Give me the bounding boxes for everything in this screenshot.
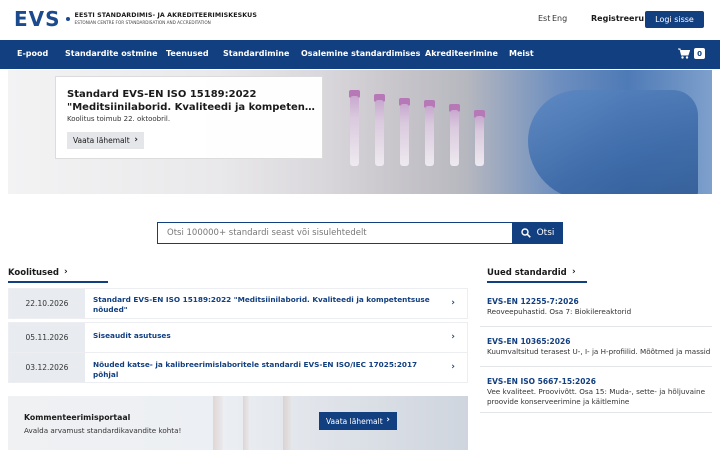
course-title: Nõuded katse- ja kalibreerimislaboritele…: [93, 360, 418, 379]
chevron-right-icon[interactable]: ›: [572, 267, 576, 277]
hero-card: Standard EVS-EN ISO 15189:2022 "Meditsii…: [55, 76, 323, 159]
main-nav: E-pood Standardite ostmine Teenused Stan…: [0, 40, 720, 69]
nav-item-meist[interactable]: Meist: [509, 49, 534, 58]
standard-code[interactable]: EVS-EN 10365:2026: [487, 337, 712, 347]
nav-item-standardite-ostmine[interactable]: Standardite ostmine: [65, 49, 158, 58]
courses-underline: [8, 281, 108, 283]
search-icon: [520, 228, 531, 238]
standard-item[interactable]: EVS-EN ISO 5667-15:2026 Vee kvaliteet. P…: [487, 377, 712, 406]
test-tube: [475, 116, 484, 166]
new-standards-title[interactable]: Uued standardid: [487, 268, 567, 278]
divider: [480, 326, 712, 327]
hero-more-button[interactable]: Vaata lähemalt ›: [67, 132, 144, 149]
hero-title-line-2: "Meditsiinilaborid. Kvaliteedi ja kompet…: [67, 102, 317, 113]
search-button-label: Otsi: [536, 228, 555, 238]
standard-code[interactable]: EVS-EN 12255-7:2026: [487, 297, 712, 307]
nav-item-teenused[interactable]: Teenused: [166, 49, 209, 58]
hero-more-label: Vaata lähemalt: [73, 136, 130, 145]
chevron-right-icon: ›: [134, 135, 138, 145]
chevron-right-icon: ›: [451, 332, 455, 342]
nav-item-e-pood[interactable]: E-pood: [17, 49, 48, 58]
glove-image: [528, 90, 698, 194]
divider: [480, 366, 712, 367]
login-button[interactable]: Logi sisse: [645, 11, 704, 28]
top-bar: EVS EESTI STANDARDIMIS- JA AKREDITEERIMI…: [0, 0, 720, 40]
background-decoration: [213, 396, 223, 450]
background-decoration: [283, 396, 291, 450]
comment-more-label: Vaata lähemalt: [326, 416, 383, 426]
test-tube: [425, 106, 434, 166]
test-tube: [450, 110, 459, 166]
test-tube: [350, 96, 359, 166]
register-link[interactable]: Registreeru: [591, 14, 644, 23]
course-title: Siseaudit asutuses: [93, 331, 171, 340]
logo-text: EESTI STANDARDIMIS- JA AKREDITEERIMISKES…: [75, 12, 257, 26]
standard-desc: Kuumvaltsitud terasest U-, I- ja H-profi…: [487, 347, 711, 356]
comment-portal-banner: Kommenteerimisportaal Avalda arvamust st…: [8, 396, 468, 450]
standard-code[interactable]: EVS-EN ISO 5667-15:2026: [487, 377, 712, 387]
logo-line-1: EESTI STANDARDIMIS- JA AKREDITEERIMISKES…: [74, 12, 258, 19]
nav-item-standardimine[interactable]: Standardimine: [223, 49, 289, 58]
hero-subtitle: Koolitus toimub 22. oktoobril.: [67, 115, 171, 123]
comment-portal-title: Kommenteerimisportaal: [24, 413, 131, 422]
course-date: 22.10.2026: [9, 289, 85, 318]
standard-item[interactable]: EVS-EN 12255-7:2026 Reoveepuhastid. Osa …: [487, 297, 712, 317]
background-decoration: [243, 396, 249, 450]
lang-est-link[interactable]: Est: [538, 14, 550, 23]
course-row[interactable]: 05.11.2026 Siseaudit asutuses ›: [8, 322, 468, 353]
test-tube: [400, 104, 409, 166]
new-standards-underline: [487, 281, 587, 283]
hero-title-line-1: Standard EVS-EN ISO 15189:2022: [67, 89, 257, 100]
search-button[interactable]: Otsi: [512, 222, 563, 244]
lang-eng-link[interactable]: Eng: [552, 14, 567, 23]
logo-dot: [65, 17, 70, 21]
cart-count-badge: 0: [694, 48, 705, 59]
course-row[interactable]: 03.12.2026 Nõuded katse- ja kalibreerimi…: [8, 352, 468, 383]
course-row[interactable]: 22.10.2026 Standard EVS-EN ISO 15189:202…: [8, 288, 468, 319]
chevron-right-icon: ›: [451, 298, 455, 308]
chevron-right-icon[interactable]: ›: [64, 267, 68, 277]
nav-item-osalemine-standardimises[interactable]: Osalemine standardimises: [301, 49, 420, 58]
logo-line-2: ESTONIAN CENTRE FOR STANDARDISATION AND …: [74, 20, 211, 25]
logo-mark: EVS: [14, 7, 61, 31]
standard-desc: Vee kvaliteet. Proovivõtt. Osa 15: Muda-…: [487, 387, 706, 406]
course-date: 05.11.2026: [9, 323, 85, 352]
course-date: 03.12.2026: [9, 353, 85, 382]
evs-logo[interactable]: EVS EESTI STANDARDIMIS- JA AKREDITEERIMI…: [14, 7, 257, 31]
comment-more-button[interactable]: Vaata lähemalt ›: [319, 412, 397, 430]
standard-item[interactable]: EVS-EN 10365:2026 Kuumvaltsitud terasest…: [487, 337, 712, 357]
divider: [480, 412, 712, 413]
search-input[interactable]: [157, 222, 513, 244]
nav-item-akrediteerimine[interactable]: Akrediteerimine: [425, 49, 498, 58]
course-title: Standard EVS-EN ISO 15189:2022 "Meditsii…: [93, 295, 430, 314]
chevron-right-icon: ›: [386, 415, 390, 425]
standard-desc: Reoveepuhastid. Osa 7: Biokilereaktorid: [487, 307, 632, 316]
test-tube: [375, 100, 384, 166]
courses-title[interactable]: Koolitused: [8, 268, 59, 278]
chevron-right-icon: ›: [451, 362, 455, 372]
comment-portal-subtitle: Avalda arvamust standardikavandite kohta…: [24, 426, 182, 435]
cart-icon[interactable]: [678, 48, 690, 59]
